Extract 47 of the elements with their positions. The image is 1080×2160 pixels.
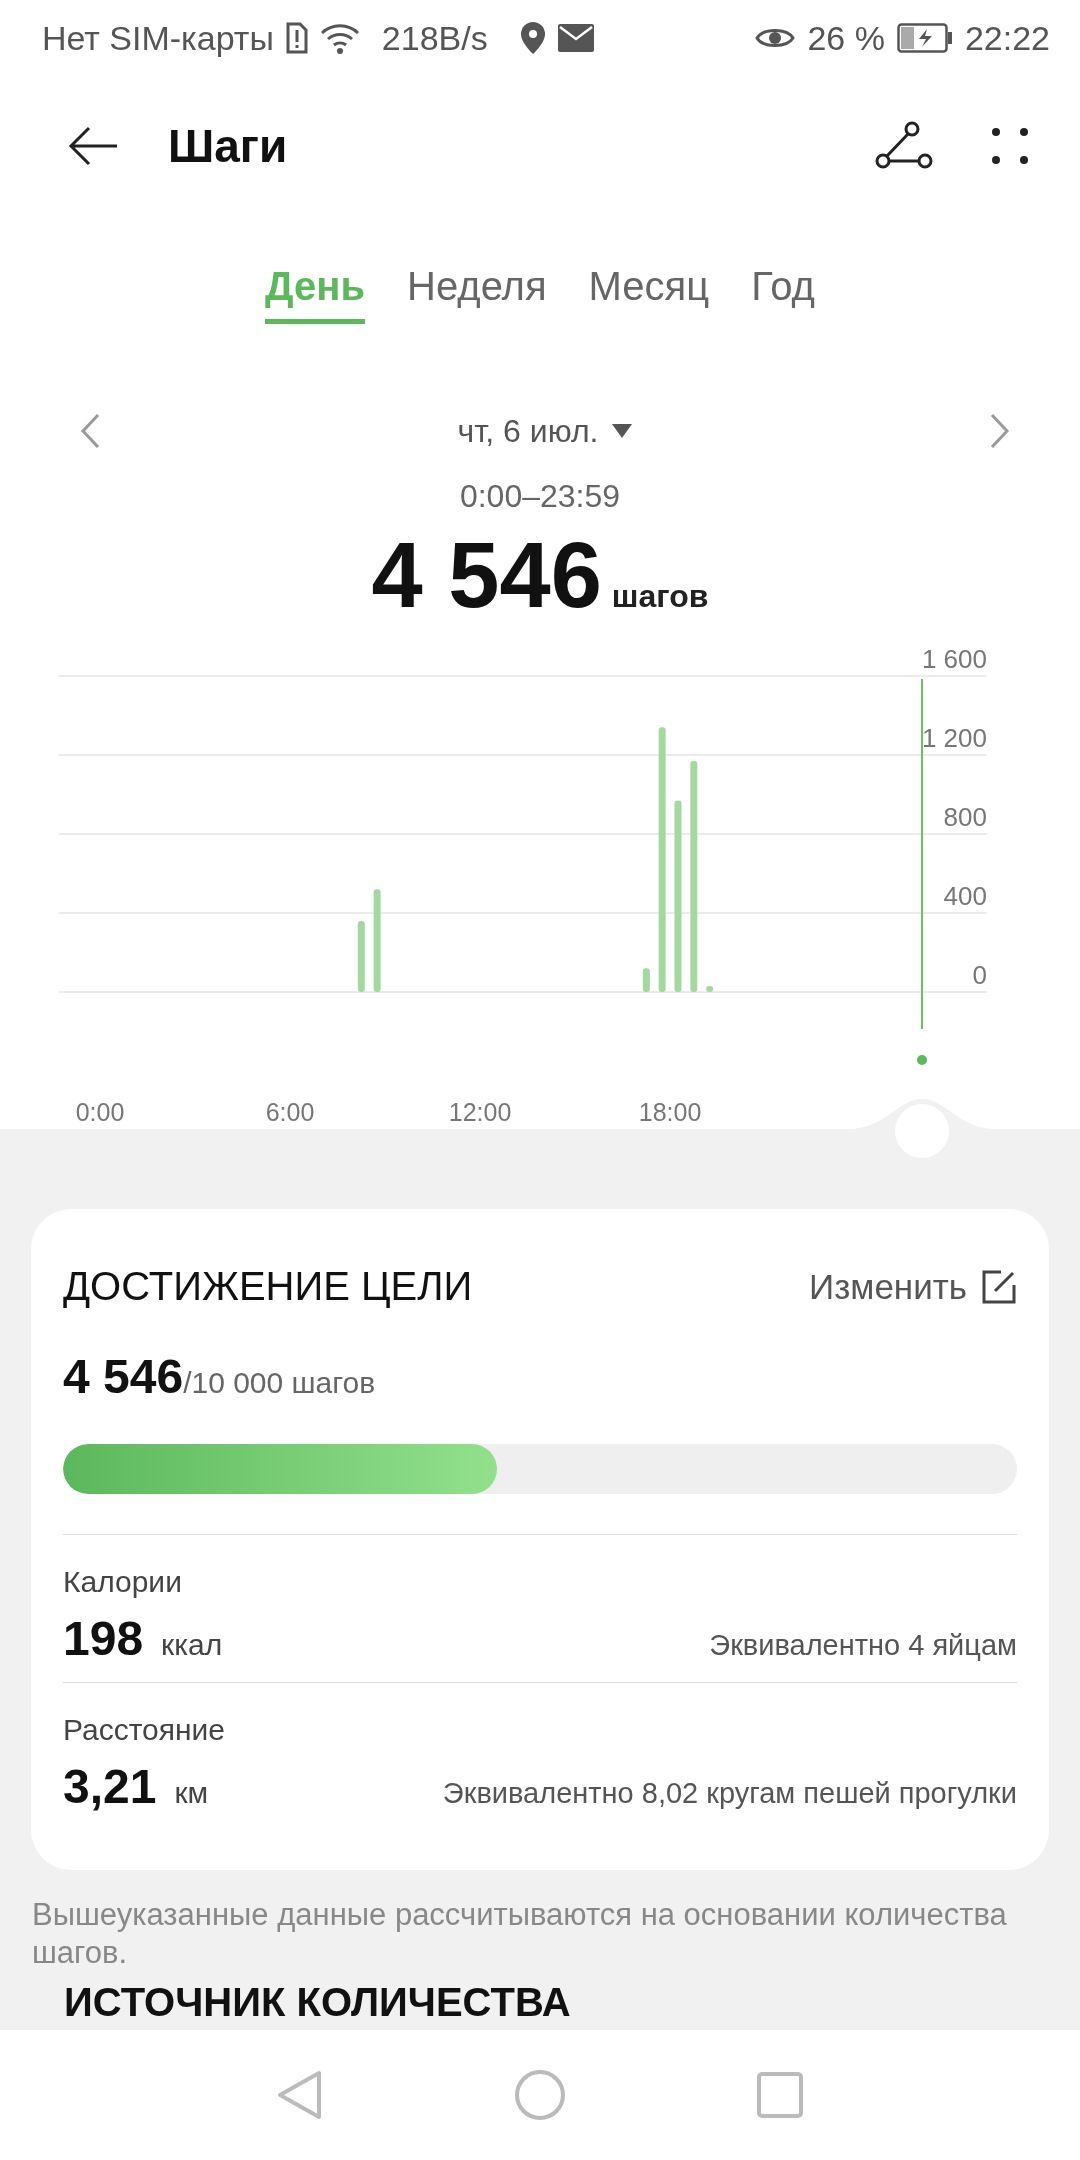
- chart-bar: [357, 920, 365, 992]
- edit-goal-button[interactable]: Изменить: [809, 1266, 1017, 1307]
- step-unit: шагов: [611, 578, 709, 615]
- stat-value: 3,21: [63, 1759, 157, 1814]
- y-axis-label: 0: [972, 960, 987, 990]
- y-axis-label: 800: [943, 802, 987, 832]
- y-axis-label: 1 200: [921, 723, 987, 753]
- wifi-icon: [319, 21, 360, 55]
- time-range: 0:00–23:59: [458, 478, 622, 515]
- stat-unit: км: [174, 1776, 209, 1810]
- chart-bar: [642, 968, 650, 992]
- clock-time: 22:22: [964, 18, 1050, 58]
- edit-icon: [981, 1268, 1017, 1305]
- chart-bar: [706, 986, 714, 992]
- x-axis-label: 6:00: [265, 1098, 315, 1126]
- chevron-right-icon[interactable]: [990, 413, 1010, 449]
- period-tab[interactable]: Месяц: [588, 264, 710, 324]
- dropdown-triangle-icon: [612, 424, 633, 438]
- section-title: ИСТОЧНИК КОЛИЧЕСТВА: [64, 1980, 572, 2024]
- battery-icon: [896, 23, 953, 53]
- y-axis-label: 400: [943, 881, 987, 911]
- page-title: Шаги: [168, 119, 289, 173]
- stat-label: Расстояние: [63, 1713, 227, 1747]
- mail-icon: [557, 24, 594, 52]
- chevron-left-icon[interactable]: [80, 413, 100, 449]
- footnote: Вышеуказанные данные рассчитываются на основании количества шагов.: [31, 1896, 1008, 1972]
- date-picker[interactable]: чт, 6 июл.: [451, 411, 639, 451]
- sim-alert-icon: [285, 22, 308, 54]
- stat-equivalent: Эквивалентно 8,02 кругам пешей прогулки: [442, 1777, 1017, 1810]
- location-icon: [519, 21, 546, 55]
- battery-percent: 26 %: [807, 18, 885, 58]
- stat-equivalent: Эквивалентно 4 яйцам: [709, 1629, 1017, 1662]
- stat-label: Калории: [63, 1565, 183, 1599]
- y-axis-label: 1 600: [921, 649, 987, 674]
- network-speed: 218B/s: [381, 18, 488, 58]
- card-title: ДОСТИЖЕНИЕ ЦЕЛИ: [63, 1264, 473, 1309]
- carrier-text: Нет SIM-карты: [42, 18, 274, 58]
- x-axis-label: 12:00: [448, 1098, 512, 1126]
- stat-unit: ккал: [161, 1628, 223, 1662]
- period-tab[interactable]: Год: [751, 264, 815, 324]
- goal-current: 4 546: [63, 1349, 184, 1404]
- goal-target: /10 000 шагов: [183, 1366, 376, 1400]
- stat-value: 198: [63, 1611, 144, 1666]
- x-axis-label: 18:00: [638, 1098, 702, 1126]
- period-tab[interactable]: Неделя: [407, 264, 547, 324]
- step-total: 4 546: [371, 535, 602, 615]
- x-axis-label: 0:00: [75, 1098, 125, 1126]
